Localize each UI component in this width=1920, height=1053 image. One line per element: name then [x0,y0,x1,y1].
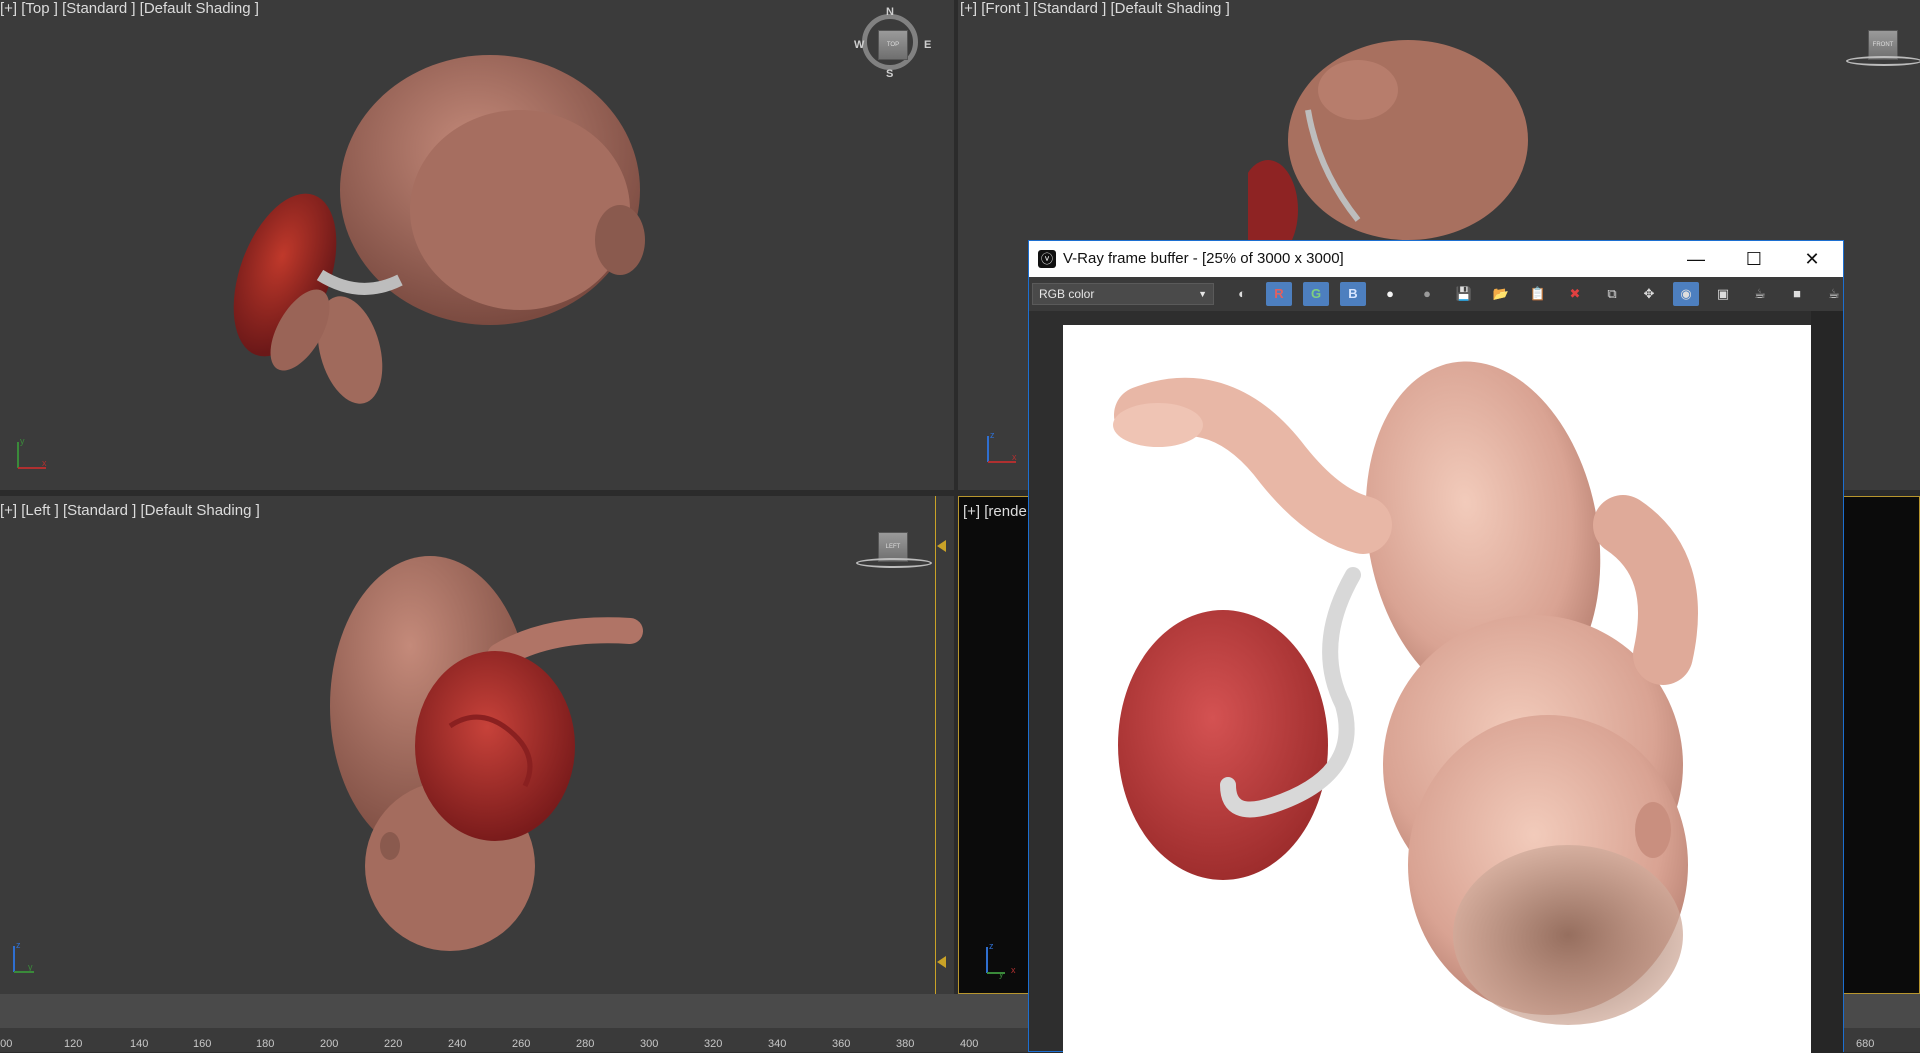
viewcube-front[interactable]: FRONT [1846,24,1920,88]
tick-label: 200 [320,1038,339,1050]
maximize-button[interactable]: ☐ [1725,241,1783,277]
axis-tripod-icon: y x [17,436,47,469]
close-button[interactable]: ✕ [1783,241,1841,277]
tick-label: 340 [768,1038,787,1050]
tick-label: 400 [960,1038,979,1050]
axis-y-label: y [999,969,1004,979]
interactive-teapot-icon[interactable]: ☕ [1821,282,1847,306]
vray-logo-icon: ⓥ [1038,250,1056,268]
red-channel-button[interactable]: R [1266,282,1292,306]
compass-south: S [886,68,894,80]
axis-y-label: y [20,436,25,446]
clipboard-icon[interactable]: 📋 [1525,282,1551,306]
compass-north: N [886,6,894,18]
viewcube-face[interactable]: TOP [878,30,908,60]
region-render-icon[interactable]: ◉ [1673,282,1699,306]
viewport-top[interactable]: [+] [Top ] [Standard ] [Default Shading … [0,0,954,490]
viewcube-top[interactable]: TOP N S E W [854,6,931,80]
vfb-scrollbar[interactable] [1811,311,1843,1053]
axis-y-label: y [28,962,33,972]
chevron-down-icon: ▼ [1198,289,1207,299]
viewport-label-top[interactable]: [+] [Top ] [Standard ] [Default Shading … [0,0,259,17]
stop-icon[interactable]: ■ [1784,282,1810,306]
region-track-icon[interactable]: ✥ [1636,282,1662,306]
tick-label: 360 [832,1038,851,1050]
fetus-model-top[interactable] [220,30,680,460]
vray-frame-buffer-window[interactable]: ⓥ V-Ray frame buffer - [25% of 3000 x 30… [1028,240,1844,1053]
tick-label: 380 [896,1038,915,1050]
save-icon[interactable]: 💾 [1451,282,1477,306]
lens-effects-icon[interactable]: ▣ [1710,282,1736,306]
vfb-toolbar: RGB color ▼ ◐ R G B ● ● 💾 📂 📋 ✖ ⧉ ✥ ◉ ▣ ☕ ■ ☕ [1029,277,1843,311]
axis-tripod-icon: z y [13,940,34,973]
tick-label: 260 [512,1038,531,1050]
axis-x-label: x [42,458,47,468]
axis-z-label: z [990,430,995,440]
time-slider-marker-icon[interactable] [937,956,946,968]
vfb-titlebar[interactable]: ⓥ V-Ray frame buffer - [25% of 3000 x 30… [1029,241,1843,277]
channel-select[interactable]: RGB color ▼ [1032,283,1214,305]
minimize-button[interactable]: — [1667,241,1725,277]
vfb-title: V-Ray frame buffer - [25% of 3000 x 3000… [1063,250,1344,267]
tick-label: 220 [384,1038,403,1050]
rendered-fetus-image [1113,361,1698,1025]
color-channels-icon[interactable]: ◐ [1229,282,1255,306]
tick-label: 680 [1856,1038,1875,1050]
axis-x-label: x [1011,965,1016,975]
viewcube-left[interactable]: LEFT [856,532,932,596]
axis-x-label: x [1012,452,1017,462]
axis-tripod-icon: z x [987,430,1017,463]
tick-label: 300 [640,1038,659,1050]
tick-label: 240 [448,1038,467,1050]
viewcube-ring[interactable] [856,558,932,568]
duplicate-vfb-icon[interactable]: ⧉ [1599,282,1625,306]
viewcube-ring[interactable] [1846,56,1920,66]
viewport-label-left[interactable]: [+] [Left ] [Standard ] [Default Shading… [0,502,260,519]
axis-z-label: z [16,940,21,950]
axis-z-label: z [989,941,994,951]
tick-label: 320 [704,1038,723,1050]
clear-icon[interactable]: ✖ [1562,282,1588,306]
white-circle-icon[interactable]: ● [1377,282,1403,306]
time-slider-marker-icon[interactable] [937,540,946,552]
fetus-model-left[interactable] [300,536,660,956]
tick-label: 180 [256,1038,275,1050]
viewport-label-render[interactable]: [+] [rende [963,503,1027,520]
active-viewport-edge [935,496,936,994]
fetus-model-front[interactable] [1248,30,1568,240]
open-folder-icon[interactable]: 📂 [1488,282,1514,306]
tick-label: 120 [64,1038,83,1050]
compass-east: E [924,39,932,51]
viewport-label-front[interactable]: [+] [Front ] [Standard ] [Default Shadin… [960,0,1230,17]
render-image[interactable] [1063,325,1811,1053]
render-teapot-icon[interactable]: ☕ [1747,282,1773,306]
tick-label: 160 [193,1038,212,1050]
tick-label: 280 [576,1038,595,1050]
grey-circle-icon[interactable]: ● [1414,282,1440,306]
tick-label: 100 [0,1038,13,1050]
blue-channel-button[interactable]: B [1340,282,1366,306]
tick-label: 140 [130,1038,149,1050]
axis-tripod-icon: z y x [986,941,1016,979]
green-channel-button[interactable]: G [1303,282,1329,306]
viewport-left[interactable]: [+] [Left ] [Standard ] [Default Shading… [0,496,954,994]
channel-select-value: RGB color [1039,287,1095,301]
compass-west: W [854,39,865,51]
